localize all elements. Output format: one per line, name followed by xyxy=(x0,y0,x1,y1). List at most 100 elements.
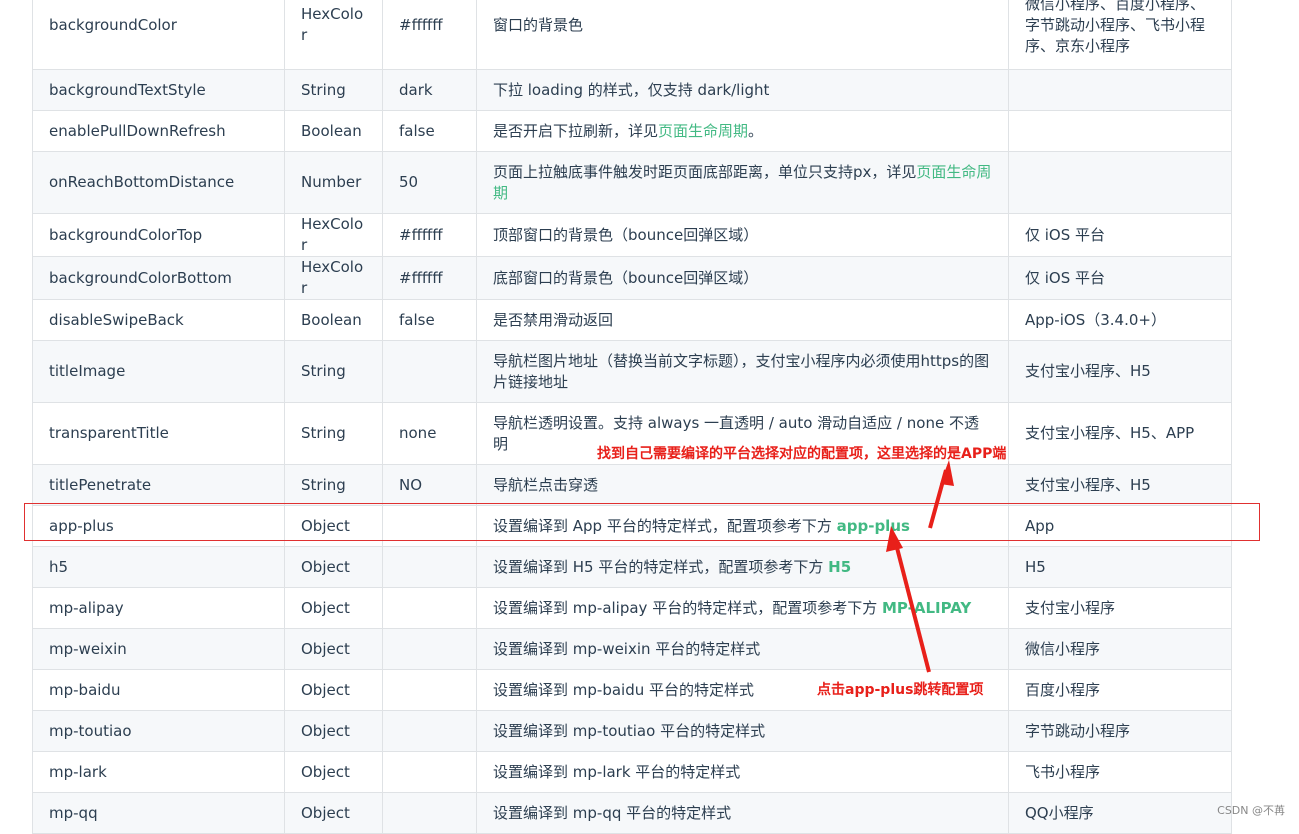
cell-platform xyxy=(1008,69,1232,111)
cell-description: 设置编译到 H5 平台的特定样式，配置项参考下方 H5 xyxy=(476,546,1009,588)
cell-description: 设置编译到 mp-qq 平台的特定样式 xyxy=(476,792,1009,834)
cell-default: #ffffff xyxy=(382,256,477,300)
cell-type: String xyxy=(284,69,383,111)
cell-type: Boolean xyxy=(284,299,383,341)
cell-attribute: mp-alipay xyxy=(32,587,285,629)
cell-default xyxy=(382,710,477,752)
cell-default: false xyxy=(382,299,477,341)
cell-default: #ffffff xyxy=(382,213,477,257)
cell-default: false xyxy=(382,110,477,152)
cell-description: 顶部窗口的背景色（bounce回弹区域） xyxy=(476,213,1009,257)
table-row: mp-alipay Object 设置编译到 mp-alipay 平台的特定样式，配… xyxy=(32,587,1232,629)
table-row: onReachBottomDistance Number 50 页面上拉触底事件触发时… xyxy=(32,151,1232,214)
cell-platform: 飞书小程序 xyxy=(1008,751,1232,793)
description-suffix: 。 xyxy=(748,121,764,140)
cell-platform: App-iOS（3.4.0+） xyxy=(1008,299,1232,341)
cell-type: String xyxy=(284,464,383,506)
cell-platform: 支付宝小程序、H5、APP xyxy=(1008,402,1232,465)
cell-description: 窗口的背景色 xyxy=(476,0,1009,70)
cell-attribute: h5 xyxy=(32,546,285,588)
cell-platform xyxy=(1008,110,1232,152)
cell-type: HexColor xyxy=(284,213,383,257)
cell-attribute: backgroundColor xyxy=(32,0,285,70)
cell-platform: 仅 iOS 平台 xyxy=(1008,256,1232,300)
cell-platform: QQ小程序 xyxy=(1008,792,1232,834)
cell-description: 设置编译到 mp-weixin 平台的特定样式 xyxy=(476,628,1009,670)
cell-type: String xyxy=(284,340,383,403)
cell-description: 是否禁用滑动返回 xyxy=(476,299,1009,341)
cell-description: 设置编译到 mp-lark 平台的特定样式 xyxy=(476,751,1009,793)
cell-description: 设置编译到 App 平台的特定样式，配置项参考下方 app-plus xyxy=(476,505,1009,547)
cell-platform: 支付宝小程序、H5 xyxy=(1008,340,1232,403)
doc-link[interactable]: app-plus xyxy=(837,517,910,535)
cell-platform: 微信小程序 xyxy=(1008,628,1232,670)
cell-platform xyxy=(1008,151,1232,214)
description-text: 是否开启下拉刷新，详见 xyxy=(493,121,659,140)
description-text: 设置编译到 mp-alipay 平台的特定样式，配置项参考下方 xyxy=(493,598,882,617)
annotation-click-app-plus: 点击app-plus跳转配置项 xyxy=(817,682,984,698)
annotation-select-platform: 找到自己需要编译的平台选择对应的配置项，这里选择的是APP端 xyxy=(597,446,1007,462)
cell-default xyxy=(382,669,477,711)
cell-type: String xyxy=(284,402,383,465)
cell-attribute: mp-baidu xyxy=(32,669,285,711)
cell-attribute: backgroundColorBottom xyxy=(32,256,285,300)
cell-default xyxy=(382,628,477,670)
cell-type: Object xyxy=(284,587,383,629)
cell-default xyxy=(382,546,477,588)
cell-type: Object xyxy=(284,669,383,711)
cell-platform: H5 xyxy=(1008,546,1232,588)
cell-attribute: titleImage xyxy=(32,340,285,403)
doc-link[interactable]: MP-ALIPAY xyxy=(882,599,971,617)
cell-attribute: disableSwipeBack xyxy=(32,299,285,341)
doc-link[interactable]: H5 xyxy=(828,558,851,576)
cell-default: none xyxy=(382,402,477,465)
cell-attribute: onReachBottomDistance xyxy=(32,151,285,214)
cell-description: 设置编译到 mp-alipay 平台的特定样式，配置项参考下方 MP-ALIPA… xyxy=(476,587,1009,629)
table-body: backgroundColor HexColor #ffffff 窗口的背景色 微信小程… xyxy=(32,0,1232,834)
cell-attribute: app-plus xyxy=(32,505,285,547)
cell-type: Object xyxy=(284,505,383,547)
cell-platform: 字节跳动小程序 xyxy=(1008,710,1232,752)
cell-description: 是否开启下拉刷新，详见页面生命周期。 xyxy=(476,110,1009,152)
table-row: backgroundColorTop HexColor #ffffff 顶部窗口的背景… xyxy=(32,213,1232,257)
cell-description: 导航栏图片地址（替换当前文字标题），支付宝小程序内必须使用https的图片链接地… xyxy=(476,340,1009,403)
table-row: enablePullDownRefresh Boolean false 是否开启下拉刷… xyxy=(32,110,1232,152)
cell-attribute: backgroundColorTop xyxy=(32,213,285,257)
doc-link[interactable]: 页面生命周期 xyxy=(658,122,748,140)
cell-default: 50 xyxy=(382,151,477,214)
cell-description: 设置编译到 mp-toutiao 平台的特定样式 xyxy=(476,710,1009,752)
cell-attribute: titlePenetrate xyxy=(32,464,285,506)
cell-description: 下拉 loading 的样式，仅支持 dark/light xyxy=(476,69,1009,111)
cell-attribute: mp-weixin xyxy=(32,628,285,670)
table-row: mp-toutiao Object 设置编译到 mp-toutiao 平台的特定样式… xyxy=(32,710,1232,752)
cell-attribute: mp-toutiao xyxy=(32,710,285,752)
cell-type: HexColor xyxy=(284,0,383,70)
cell-attribute: transparentTitle xyxy=(32,402,285,465)
cell-platform: 支付宝小程序、H5 xyxy=(1008,464,1232,506)
cell-platform: 支付宝小程序 xyxy=(1008,587,1232,629)
cell-type: Boolean xyxy=(284,110,383,152)
table-row: backgroundColor HexColor #ffffff 窗口的背景色 微信小程… xyxy=(32,0,1232,70)
description-text: 设置编译到 App 平台的特定样式，配置项参考下方 xyxy=(493,516,837,535)
cell-type: Object xyxy=(284,710,383,752)
cell-type: Object xyxy=(284,546,383,588)
cell-default xyxy=(382,340,477,403)
table-row: mp-weixin Object 设置编译到 mp-weixin 平台的特定样式 微信… xyxy=(32,628,1232,670)
table-row: backgroundTextStyle String dark 下拉 loading … xyxy=(32,69,1232,111)
cell-default xyxy=(382,505,477,547)
cell-platform: App xyxy=(1008,505,1232,547)
watermark: CSDN @不苒 xyxy=(1217,804,1285,817)
description-text: 页面上拉触底事件触发时距页面底部距离，单位只支持px，详见 xyxy=(493,162,917,181)
cell-platform: 仅 iOS 平台 xyxy=(1008,213,1232,257)
cell-attribute: backgroundTextStyle xyxy=(32,69,285,111)
table-row: titlePenetrate String NO 导航栏点击穿透 支付宝小程序、H5 xyxy=(32,464,1232,506)
table-row: disableSwipeBack Boolean false 是否禁用滑动返回 App-… xyxy=(32,299,1232,341)
cell-default: dark xyxy=(382,69,477,111)
cell-type: Number xyxy=(284,151,383,214)
cell-description: 页面上拉触底事件触发时距页面底部距离，单位只支持px，详见页面生命周期 xyxy=(476,151,1009,214)
cell-attribute: enablePullDownRefresh xyxy=(32,110,285,152)
cell-platform: 百度小程序 xyxy=(1008,669,1232,711)
table-row: titleImage String 导航栏图片地址（替换当前文字标题），支付宝小程序… xyxy=(32,340,1232,403)
cell-type: Object xyxy=(284,792,383,834)
cell-default xyxy=(382,751,477,793)
